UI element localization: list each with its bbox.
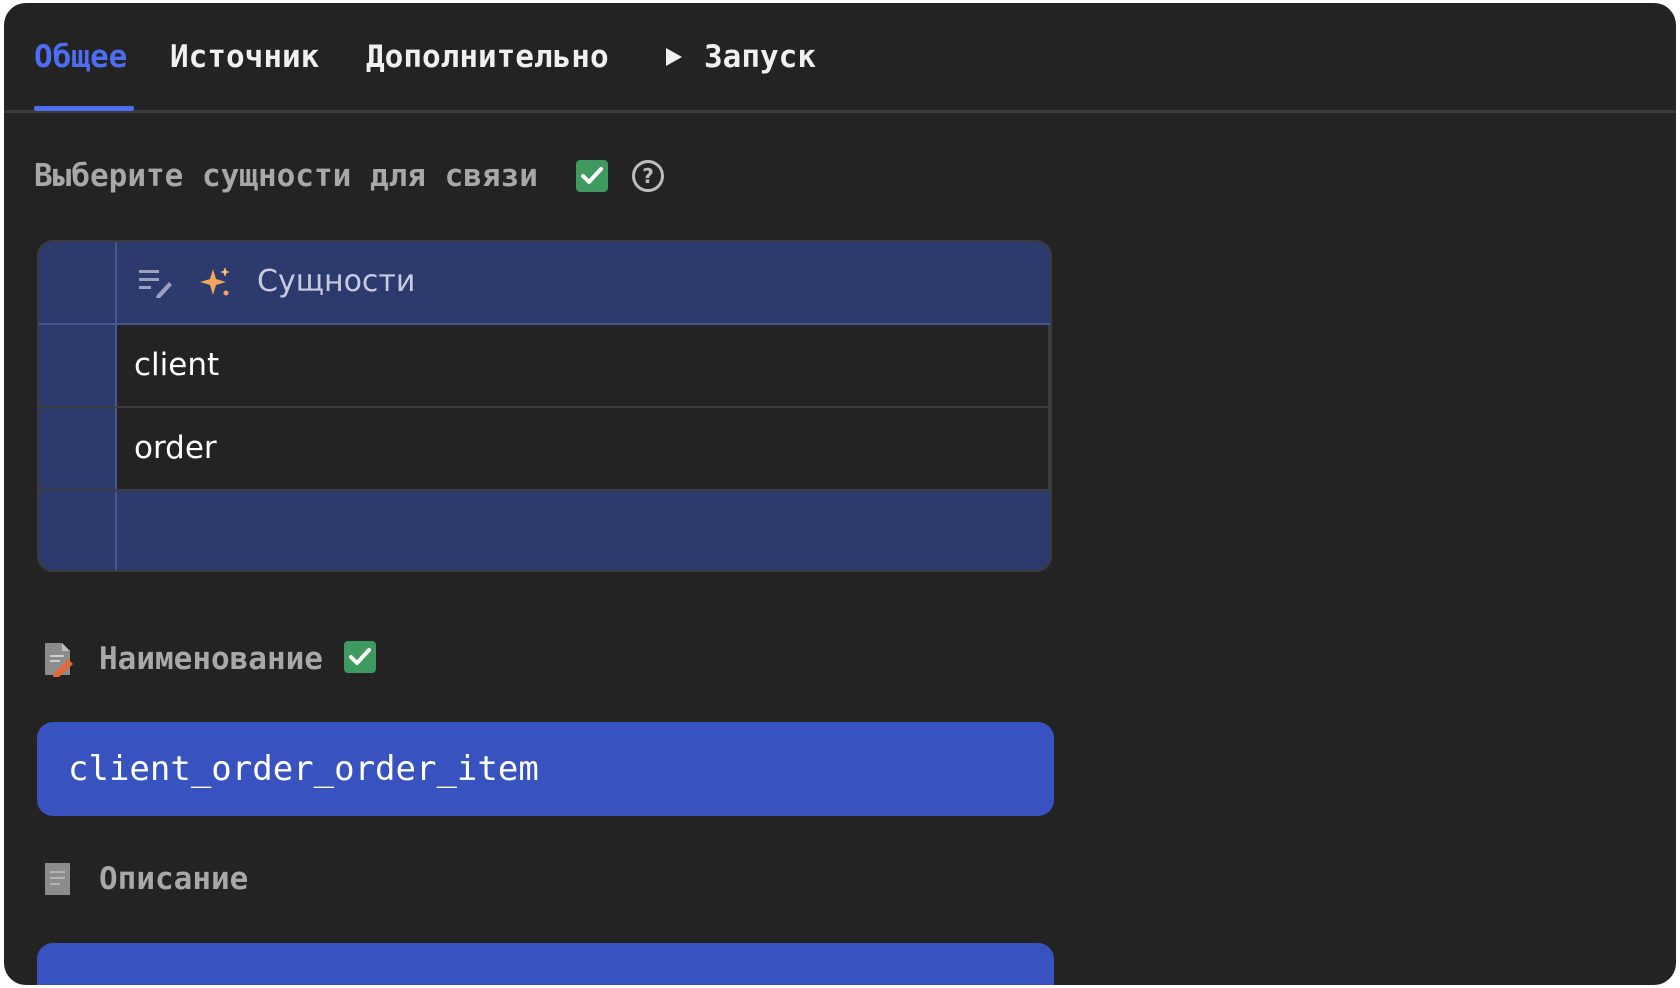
entities-table: Сущности client order [37,240,1052,572]
tab-source[interactable]: Источник [170,39,319,75]
doc-edit-icon [42,641,74,681]
check-icon [344,641,376,673]
entities-column-header: Сущности [257,264,416,299]
tab-run[interactable]: Запуск [704,39,816,75]
tab-bar: Общее Источник Дополнительно Запуск [4,3,1676,113]
active-tab-indicator [34,106,134,111]
edit-list-icon[interactable] [139,268,173,302]
entity-cell[interactable]: client [117,325,1050,406]
table-header: Сущности [39,242,1050,325]
row-index-header [39,242,117,323]
row-index [39,408,117,489]
app-window: Общее Источник Дополнительно Запуск Выбе… [4,3,1676,985]
name-label: Наименование [99,641,323,677]
check-icon [576,160,608,192]
table-row: order [39,408,1050,491]
tab-general[interactable]: Общее [34,39,127,75]
help-icon[interactable]: ? [632,160,664,192]
row-index [39,325,117,406]
play-icon[interactable] [666,48,682,66]
row-index [39,492,117,570]
description-input[interactable] [37,943,1054,985]
table-row: client [39,325,1050,408]
tab-additional[interactable]: Дополнительно [366,39,609,75]
doc-icon [42,861,74,901]
sparkle-icon[interactable] [197,265,233,305]
description-label: Описание [99,861,249,897]
name-input[interactable]: client_order_order_item [37,722,1054,816]
entities-label: Выберите сущности для связи [34,158,538,194]
table-add-row[interactable] [39,492,1050,570]
entity-cell[interactable]: order [117,408,1050,489]
